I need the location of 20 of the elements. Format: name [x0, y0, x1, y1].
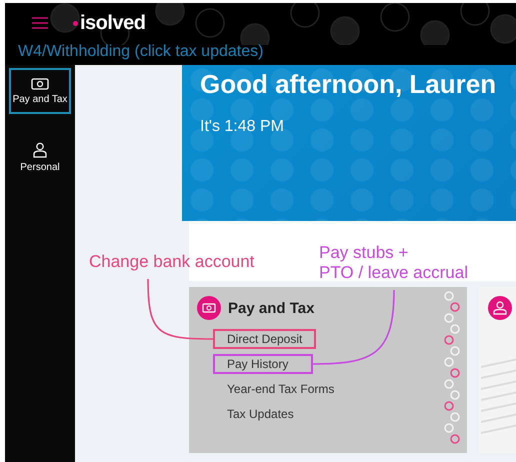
annotation-text: Pay stubs + PTO / leave accrual — [319, 243, 468, 283]
menu-link[interactable]: Direct Deposit — [213, 329, 316, 349]
logo-text: isolved — [80, 12, 146, 34]
menu-link[interactable]: Pay History — [213, 354, 313, 374]
sidebar-item[interactable]: Pay and Tax — [9, 68, 71, 114]
person-icon — [488, 296, 512, 320]
logo-dot-icon — [73, 20, 78, 26]
menu-link[interactable]: Tax Updates — [213, 404, 313, 424]
card-title: Pay and Tax — [228, 300, 314, 316]
sidebar-item[interactable]: Personal — [9, 134, 71, 180]
menu-button[interactable] — [32, 17, 48, 29]
annotation-text: Change bank account — [89, 252, 254, 272]
time-text: It's 1:48 PM — [200, 118, 285, 136]
money-icon — [31, 78, 49, 90]
annotation-text: W4/Withholding (click tax updates) — [17, 43, 264, 61]
menu-link[interactable]: Year-end Tax Forms — [213, 379, 348, 399]
person-icon — [33, 142, 47, 158]
greeting-text: Good afternoon, Lauren — [200, 69, 498, 100]
money-icon — [197, 296, 221, 320]
leader-line — [147, 278, 213, 340]
